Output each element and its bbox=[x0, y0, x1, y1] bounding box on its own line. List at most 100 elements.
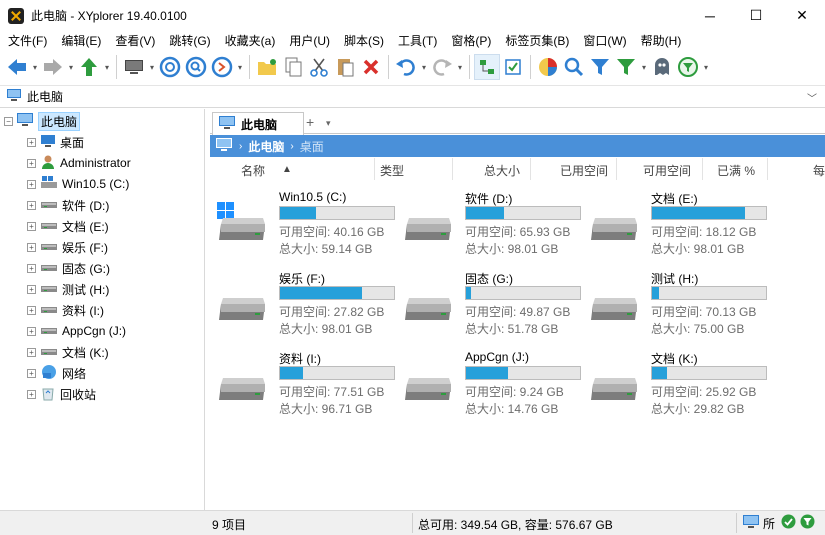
tab-this-pc[interactable]: 此电脑 bbox=[212, 112, 304, 135]
expand-icon[interactable]: + bbox=[27, 284, 36, 294]
menu-view[interactable]: 查看(V) bbox=[107, 32, 161, 49]
search-circle-icon[interactable] bbox=[183, 54, 209, 80]
expand-icon[interactable]: + bbox=[27, 137, 36, 147]
go-circle-icon[interactable] bbox=[209, 54, 235, 80]
color-pie-icon[interactable] bbox=[535, 54, 561, 80]
menu-window[interactable]: 窗口(W) bbox=[575, 32, 632, 49]
expand-icon[interactable]: + bbox=[27, 305, 36, 315]
menu-help[interactable]: 帮助(H) bbox=[633, 32, 688, 49]
expand-icon[interactable]: + bbox=[27, 158, 36, 168]
column-name[interactable]: 名称 bbox=[241, 162, 265, 179]
filter-status-icon[interactable] bbox=[800, 514, 815, 532]
tree-item[interactable]: + Win10.5 (C:) bbox=[27, 174, 129, 194]
menu-panes[interactable]: 窗格(P) bbox=[443, 32, 497, 49]
filter-circle-dropdown-icon[interactable]: ▾ bbox=[701, 63, 711, 72]
back-dropdown-icon[interactable]: ▾ bbox=[30, 63, 40, 72]
collapse-icon[interactable]: − bbox=[4, 116, 13, 126]
drive-tile[interactable]: 资料 (I:) 可用空间: 77.51 GB 总大小: 96.71 GB bbox=[215, 350, 400, 426]
up-dropdown-icon[interactable]: ▾ bbox=[102, 63, 112, 72]
drive-tile[interactable]: 软件 (D:) 可用空间: 65.93 GB 总大小: 98.01 GB bbox=[401, 190, 586, 266]
ok-check-icon[interactable] bbox=[781, 514, 796, 532]
tree-item[interactable]: + 娱乐 (F:) bbox=[27, 237, 108, 257]
delete-x-icon[interactable] bbox=[358, 54, 384, 80]
tree-item[interactable]: + Administrator bbox=[27, 153, 131, 173]
menu-favorites[interactable]: 收藏夹(a) bbox=[217, 32, 282, 49]
tree-item[interactable]: + 文档 (K:) bbox=[27, 342, 109, 362]
cut-scissors-icon[interactable] bbox=[306, 54, 332, 80]
expand-icon[interactable]: + bbox=[27, 368, 36, 378]
filter-circle-icon[interactable] bbox=[675, 54, 701, 80]
menu-scripting[interactable]: 脚本(S) bbox=[336, 32, 390, 49]
filter-green-icon[interactable] bbox=[613, 54, 639, 80]
filter-dropdown-icon[interactable]: ▾ bbox=[639, 63, 649, 72]
tree-item[interactable]: + 桌面 bbox=[27, 132, 84, 152]
address-bar[interactable]: 此电脑 ﹀ bbox=[0, 85, 825, 108]
find-magnifier-icon[interactable] bbox=[561, 54, 587, 80]
expand-icon[interactable]: + bbox=[27, 179, 36, 189]
breadcrumb-next[interactable]: 桌面 bbox=[300, 138, 324, 155]
chevron-down-icon[interactable]: ﹀ bbox=[807, 90, 817, 105]
checkbox-select-icon[interactable] bbox=[500, 54, 526, 80]
drive-tile[interactable]: 娱乐 (F:) 可用空间: 27.82 GB 总大小: 98.01 GB bbox=[215, 270, 400, 346]
menu-tools[interactable]: 工具(T) bbox=[390, 32, 443, 49]
up-arrow-icon[interactable] bbox=[76, 54, 102, 80]
desktop-dropdown-icon[interactable]: ▾ bbox=[147, 63, 157, 72]
column-percent-full[interactable]: 已满 % bbox=[717, 162, 755, 179]
expand-icon[interactable]: + bbox=[27, 242, 36, 252]
tree-root-label[interactable]: 此电脑 bbox=[38, 111, 81, 131]
forward-dropdown-icon[interactable]: ▾ bbox=[66, 63, 76, 72]
close-button[interactable]: ✕ bbox=[779, 0, 825, 31]
tree-item[interactable]: + 测试 (H:) bbox=[27, 279, 109, 299]
tree-item[interactable]: + 固态 (G:) bbox=[27, 258, 110, 278]
address-path[interactable]: 此电脑 bbox=[27, 88, 63, 105]
new-tab-button[interactable]: + bbox=[306, 114, 314, 130]
tree-item[interactable]: + 软件 (D:) bbox=[27, 195, 109, 215]
minimize-button[interactable]: ─ bbox=[687, 0, 733, 31]
menu-file[interactable]: 文件(F) bbox=[0, 32, 53, 49]
target-circle-icon[interactable] bbox=[157, 54, 183, 80]
back-arrow-icon[interactable] bbox=[4, 54, 30, 80]
column-more[interactable]: 每 bbox=[813, 162, 825, 179]
drive-tile[interactable]: 测试 (H:) 可用空间: 70.13 GB 总大小: 75.00 GB bbox=[587, 270, 772, 346]
tree-toggle-icon[interactable] bbox=[474, 54, 500, 80]
maximize-button[interactable]: ☐ bbox=[733, 0, 779, 31]
drive-tile[interactable]: AppCgn (J:) 可用空间: 9.24 GB 总大小: 14.76 GB bbox=[401, 350, 586, 426]
expand-icon[interactable]: + bbox=[27, 347, 36, 357]
forward-arrow-icon[interactable] bbox=[40, 54, 66, 80]
menu-user[interactable]: 用户(U) bbox=[281, 32, 336, 49]
redo-icon[interactable] bbox=[429, 54, 455, 80]
new-folder-icon[interactable] bbox=[254, 54, 280, 80]
drive-tile[interactable]: 固态 (G:) 可用空间: 49.87 GB 总大小: 51.78 GB bbox=[401, 270, 586, 346]
go-dropdown-icon[interactable]: ▾ bbox=[235, 63, 245, 72]
menu-edit[interactable]: 编辑(E) bbox=[53, 32, 107, 49]
undo-dropdown-icon[interactable]: ▾ bbox=[419, 63, 429, 72]
drive-tile[interactable]: 文档 (K:) 可用空间: 25.92 GB 总大小: 29.82 GB bbox=[587, 350, 772, 426]
drive-tile[interactable]: Win10.5 (C:) 可用空间: 40.16 GB 总大小: 59.14 GB bbox=[215, 190, 400, 266]
expand-icon[interactable]: + bbox=[27, 326, 36, 336]
tree-item[interactable]: + AppCgn (J:) bbox=[27, 321, 126, 341]
breadcrumb-current[interactable]: 此电脑 bbox=[248, 138, 284, 155]
copy-icon[interactable] bbox=[280, 54, 306, 80]
drive-tile[interactable]: 文档 (E:) 可用空间: 18.12 GB 总大小: 98.01 GB bbox=[587, 190, 772, 266]
undo-icon[interactable] bbox=[393, 54, 419, 80]
menu-tabsets[interactable]: 标签页集(B) bbox=[497, 32, 575, 49]
tab-list-dropdown-icon[interactable]: ▾ bbox=[326, 118, 331, 129]
expand-icon[interactable]: + bbox=[27, 389, 36, 399]
column-type[interactable]: 类型 bbox=[380, 162, 404, 179]
expand-icon[interactable]: + bbox=[27, 200, 36, 210]
ghost-icon[interactable] bbox=[649, 54, 675, 80]
expand-icon[interactable]: + bbox=[27, 221, 36, 231]
desktop-monitor-icon[interactable] bbox=[121, 54, 147, 80]
tree-root-row[interactable]: − 此电脑 bbox=[4, 111, 81, 131]
tree-item[interactable]: + 网络 bbox=[27, 363, 86, 383]
menu-go[interactable]: 跳转(G) bbox=[161, 32, 216, 49]
redo-dropdown-icon[interactable]: ▾ bbox=[455, 63, 465, 72]
filter-blue-icon[interactable] bbox=[587, 54, 613, 80]
column-free-space[interactable]: 可用空间 bbox=[643, 162, 691, 179]
column-total-size[interactable]: 总大小 bbox=[484, 162, 520, 179]
paste-icon[interactable] bbox=[332, 54, 358, 80]
tree-item[interactable]: + 资料 (I:) bbox=[27, 300, 104, 320]
tree-item[interactable]: + 文档 (E:) bbox=[27, 216, 109, 236]
tree-item[interactable]: + 回收站 bbox=[27, 384, 96, 404]
column-used-space[interactable]: 已用空间 bbox=[560, 162, 608, 179]
